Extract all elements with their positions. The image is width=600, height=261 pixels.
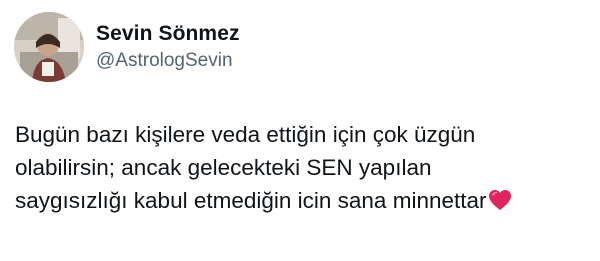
tweet-text-line-2: olabilirsin; ancak gelecekteki SEN yapıl…: [15, 155, 432, 180]
tweet-text-line-1: Bugün bazı kişilere veda ettiğin için ço…: [15, 122, 476, 147]
author-handle[interactable]: @AstrologSevin: [96, 48, 240, 74]
tweet-header: Sevin Sönmez @AstrologSevin: [14, 12, 240, 82]
tweet-text: Bugün bazı kişilere veda ettiğin için ço…: [15, 118, 590, 220]
tweet-card: Sevin Sönmez @AstrologSevin Bugün bazı k…: [0, 0, 600, 261]
avatar[interactable]: [14, 12, 84, 82]
author-display-name[interactable]: Sevin Sönmez: [96, 21, 240, 47]
author-identity: Sevin Sönmez @AstrologSevin: [96, 12, 240, 82]
tweet-text-line-3: saygısızlığı kabul etmediğin icin sana m…: [15, 188, 487, 213]
red-heart-icon: [488, 187, 512, 220]
profile-photo-icon: [14, 12, 84, 82]
